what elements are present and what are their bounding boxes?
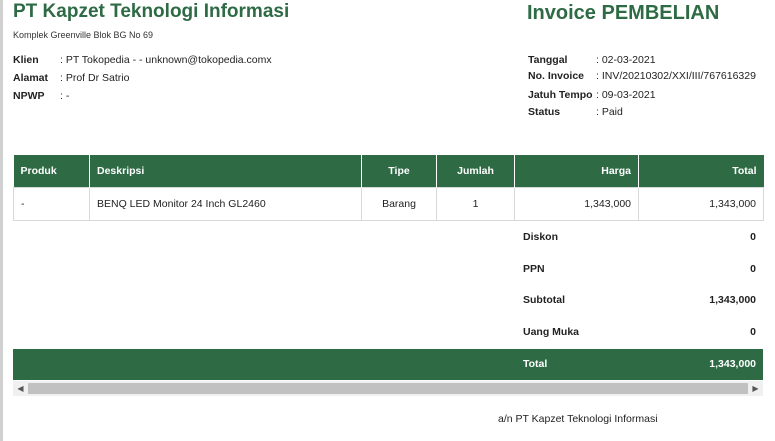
- header-harga: Harga: [514, 155, 639, 188]
- client-row-klien: Klien : PT Tokopedia - - unknown@tokopedi…: [13, 54, 272, 66]
- info-label: Klien: [13, 54, 39, 66]
- company-address: Komplek Greenville Blok BG No 69: [13, 30, 154, 40]
- info-label: Alamat: [13, 72, 49, 84]
- meta-row-jatuh-tempo: Jatuh Tempo: 09-03-2021: [528, 89, 656, 101]
- cell-deskripsi: BENQ LED Monitor 24 Inch GL2460: [89, 187, 362, 221]
- left-border: [0, 0, 3, 441]
- header-deskripsi: Deskripsi: [89, 155, 362, 188]
- invoice-title: Invoice PEMBELIAN: [527, 2, 720, 24]
- info-label: Tanggal: [528, 54, 568, 66]
- meta-row-no-invoice: No. Invoice : INV/20210302/XXI/III/767616…: [528, 70, 756, 82]
- company-name: PT Kapzet Teknologi Informasi: [13, 1, 290, 22]
- summary-value: 0: [750, 231, 756, 243]
- summary-label: Subtotal: [523, 294, 565, 306]
- summary-value: 0: [750, 263, 756, 275]
- info-label: No. Invoice: [528, 70, 585, 82]
- table-header-row: Produk Deskripsi Tipe Jumlah Harga Total: [13, 155, 764, 188]
- cell-harga: 1,343,000: [514, 187, 639, 221]
- total-bar: Total 1,343,000: [13, 349, 763, 380]
- header-tipe: Tipe: [361, 155, 437, 188]
- summary-label: PPN: [523, 263, 545, 275]
- info-value: : 09-03-2021: [596, 89, 656, 101]
- header-jumlah: Jumlah: [436, 155, 515, 188]
- info-value: : -: [60, 90, 70, 102]
- scroll-left-icon[interactable]: ◀: [13, 381, 28, 396]
- info-label: NPWP: [13, 90, 45, 102]
- info-value: : Paid: [596, 106, 623, 118]
- summary-diskon: Diskon 0: [523, 231, 756, 243]
- info-value: : 02-03-2021: [596, 54, 656, 66]
- scroll-right-icon[interactable]: ▶: [748, 381, 763, 396]
- scroll-thumb[interactable]: [28, 383, 748, 394]
- info-value: : Prof Dr Satrio: [60, 72, 130, 84]
- summary-uang-muka: Uang Muka 0: [523, 326, 756, 338]
- summary-value: 1,343,000: [709, 294, 756, 306]
- horizontal-scrollbar[interactable]: ◀ ▶: [13, 381, 763, 396]
- info-value: : INV/20210302/XXI/III/767616329: [596, 70, 756, 82]
- meta-row-status: Status : Paid: [528, 106, 623, 118]
- summary-label: Diskon: [523, 231, 559, 243]
- summary-ppn: PPN 0: [523, 263, 756, 275]
- cell-total: 1,343,000: [638, 187, 764, 221]
- client-row-alamat: Alamat : Prof Dr Satrio: [13, 72, 129, 84]
- summary-value: 0: [750, 326, 756, 338]
- summary-subtotal: Subtotal 1,343,000: [523, 294, 756, 306]
- signature-line: a/n PT Kapzet Teknologi Informasi: [498, 413, 658, 425]
- cell-jumlah: 1: [436, 187, 515, 221]
- info-value: : PT Tokopedia - - unknown@tokopedia.com…: [60, 54, 272, 66]
- invoice-table: Produk Deskripsi Tipe Jumlah Harga Total…: [13, 155, 764, 221]
- summary-label: Uang Muka: [523, 326, 580, 338]
- header-total: Total: [638, 155, 764, 188]
- header-produk: Produk: [13, 155, 90, 188]
- invoice-table-container: Produk Deskripsi Tipe Jumlah Harga Total…: [13, 155, 764, 221]
- cell-produk: -: [13, 187, 90, 221]
- table-row: - BENQ LED Monitor 24 Inch GL2460 Barang…: [13, 187, 764, 221]
- cell-tipe: Barang: [361, 187, 437, 221]
- meta-row-tanggal: Tanggal : 02-03-2021: [528, 54, 656, 66]
- info-label: Status: [528, 106, 561, 118]
- info-label: Jatuh Tempo: [528, 89, 593, 101]
- total-label: Total: [523, 358, 548, 370]
- total-value: 1,343,000: [709, 358, 756, 370]
- client-row-npwp: NPWP : -: [13, 90, 69, 102]
